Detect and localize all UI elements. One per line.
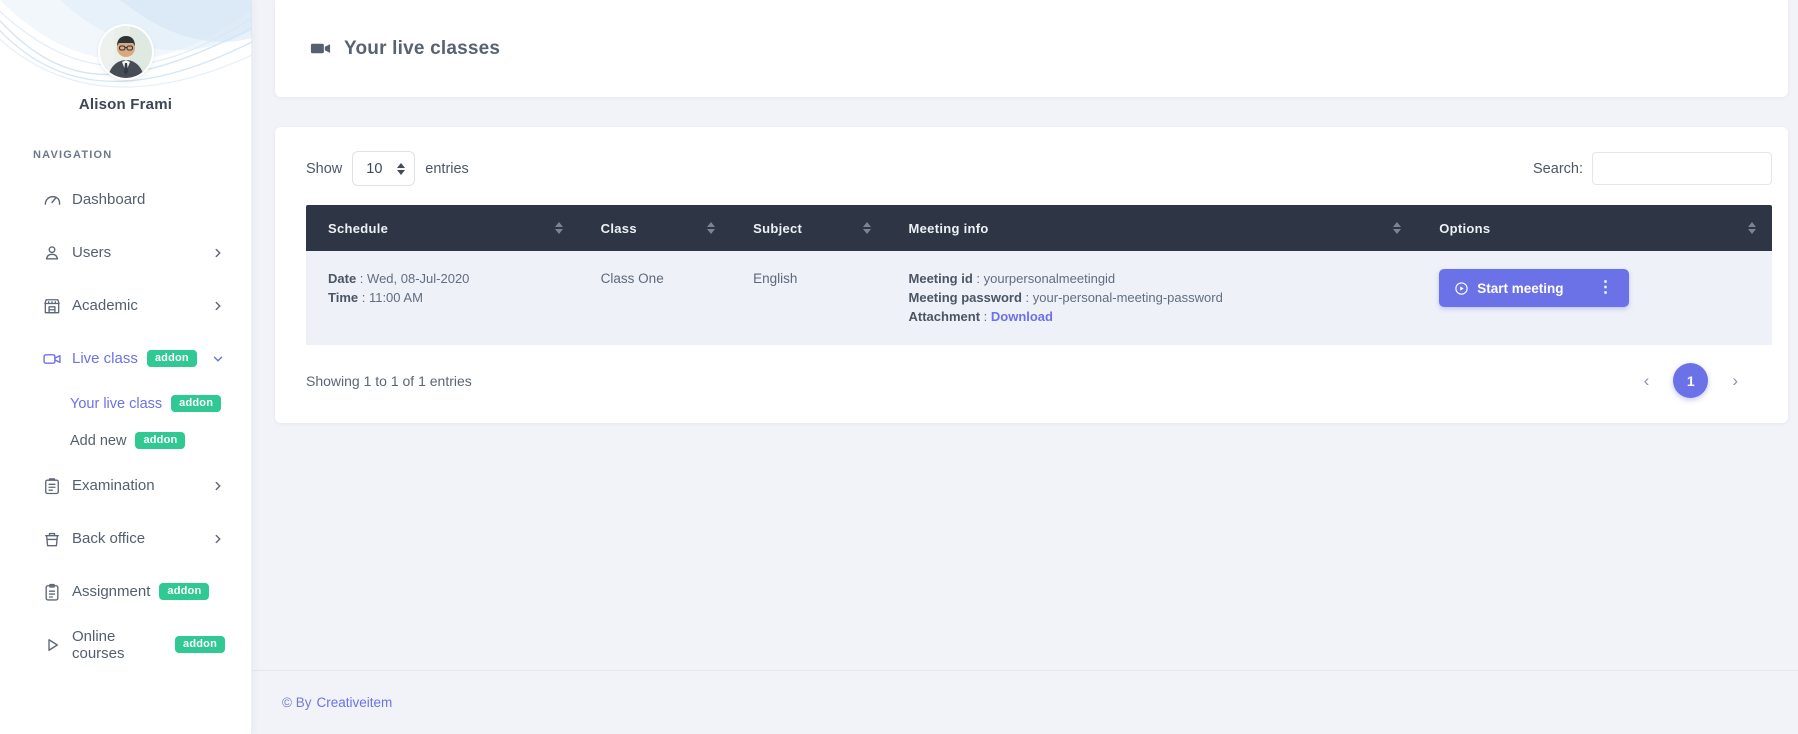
users-icon <box>41 242 62 263</box>
copyright-text: © By <box>282 695 312 710</box>
sidebar-item-label: Users <box>72 244 112 261</box>
sidebar-item-label: Assignment <box>72 583 151 600</box>
entries-select[interactable]: 10 <box>352 151 416 186</box>
chevron-down-icon <box>211 352 225 366</box>
sidebar-item-academic[interactable]: Academic <box>0 279 251 332</box>
column-header-meeting-info[interactable]: Meeting info <box>886 205 1418 251</box>
sidebar-item-live-class[interactable]: Live class addon <box>0 332 251 385</box>
sidebar-item-add-new[interactable]: Add new addon <box>0 422 251 459</box>
addon-badge: addon <box>135 432 186 449</box>
entries-label: entries <box>425 160 469 177</box>
sort-icon <box>1393 222 1402 234</box>
table-footer: Showing 1 to 1 of 1 entries ‹ 1 › <box>306 363 1772 398</box>
column-header-schedule[interactable]: Schedule <box>306 205 579 251</box>
office-basket-icon <box>41 528 62 549</box>
sidebar-item-label: Add new <box>70 432 127 449</box>
search-block: Search: <box>1533 152 1772 185</box>
search-label: Search: <box>1533 160 1583 177</box>
chevron-right-icon <box>211 479 225 493</box>
page-header: Your live classes <box>275 0 1788 97</box>
live-classes-table: Schedule Class Subject Meeting info Opti… <box>306 205 1772 345</box>
sidebar-item-label: Examination <box>72 477 155 494</box>
sidebar-item-label: Back office <box>72 530 146 547</box>
main-content: Your live classes Show 10 entries Search… <box>252 0 1798 734</box>
sidebar-item-label: Academic <box>72 297 138 314</box>
search-input[interactable] <box>1592 152 1772 185</box>
sort-icon <box>707 222 716 234</box>
entries-summary: Showing 1 to 1 of 1 entries <box>306 372 472 389</box>
sidebar-item-label: Dashboard <box>72 191 146 208</box>
school-icon <box>41 295 62 316</box>
options-cell: Start meeting ⋮ <box>1417 251 1772 345</box>
pagination-next-button[interactable]: › <box>1724 368 1746 393</box>
column-header-options[interactable]: Options <box>1417 205 1772 251</box>
sidebar-item-label: Your live class <box>70 395 163 412</box>
subject-cell: English <box>731 251 887 345</box>
speedometer-icon <box>41 189 62 210</box>
assignment-clipboard-icon <box>41 581 62 602</box>
video-camera-icon <box>309 37 332 60</box>
video-camera-icon <box>41 348 62 369</box>
sidebar-item-assignment[interactable]: Assignment addon <box>0 565 251 618</box>
start-meeting-button[interactable]: Start meeting ⋮ <box>1439 269 1630 307</box>
sort-icon <box>554 222 563 234</box>
entries-select-value: 10 <box>366 160 383 177</box>
avatar[interactable] <box>99 26 152 78</box>
sidebar-item-your-live-class[interactable]: Your live class addon <box>0 385 251 422</box>
page-footer: © By Creativeitem <box>252 670 1798 734</box>
live-classes-card: Show 10 entries Search: Schedule Class S… <box>275 127 1788 423</box>
chevron-right-icon <box>211 299 225 313</box>
table-controls: Show 10 entries Search: <box>306 151 1772 186</box>
sidebar-nav: Dashboard Users Academic Live class addo… <box>0 173 251 671</box>
pagination-page-1[interactable]: 1 <box>1673 363 1709 398</box>
play-circle-icon <box>1454 281 1469 296</box>
profile-block: Alison Frami <box>0 0 251 113</box>
addon-badge: addon <box>175 636 225 653</box>
sidebar-item-label: Live class <box>72 350 138 367</box>
page-title: Your live classes <box>344 37 501 59</box>
sidebar: Alison Frami NAVIGATION Dashboard Users … <box>0 0 252 734</box>
sidebar-item-users[interactable]: Users <box>0 226 251 279</box>
pagination: ‹ 1 › <box>1636 363 1746 398</box>
schedule-cell: Date : Wed, 08-Jul-2020 Time : 11:00 AM <box>306 251 579 345</box>
exam-clipboard-icon <box>41 475 62 496</box>
download-attachment-link[interactable]: Download <box>991 309 1053 324</box>
sidebar-item-back-office[interactable]: Back office <box>0 512 251 565</box>
addon-badge: addon <box>159 583 210 600</box>
app-root: Alison Frami NAVIGATION Dashboard Users … <box>0 0 1798 734</box>
sidebar-item-label: Online courses <box>72 627 125 662</box>
pagination-prev-button[interactable]: ‹ <box>1636 368 1658 393</box>
meeting-info-cell: Meeting id : yourpersonalmeetingid Meeti… <box>886 251 1418 345</box>
table-row: Date : Wed, 08-Jul-2020 Time : 11:00 AM … <box>306 251 1772 345</box>
sidebar-item-examination[interactable]: Examination <box>0 459 251 512</box>
chevron-right-icon <box>211 532 225 546</box>
addon-badge: addon <box>146 350 197 367</box>
creativeitem-link[interactable]: Creativeitem <box>316 695 392 710</box>
nav-section-label: NAVIGATION <box>33 149 113 161</box>
sort-icon <box>862 222 871 234</box>
show-label: Show <box>306 160 343 177</box>
chevron-right-icon <box>211 246 225 260</box>
sidebar-item-online-courses[interactable]: Online courses addon <box>0 618 251 671</box>
column-header-class[interactable]: Class <box>578 205 732 251</box>
sidebar-item-dashboard[interactable]: Dashboard <box>0 173 251 226</box>
select-stepper-icon <box>397 162 406 175</box>
column-header-subject[interactable]: Subject <box>731 205 887 251</box>
table-header-row: Schedule Class Subject Meeting info Opti… <box>306 205 1772 251</box>
user-name: Alison Frami <box>78 96 173 113</box>
play-icon <box>41 634 62 655</box>
sort-icon <box>1748 222 1756 234</box>
addon-badge: addon <box>171 395 222 412</box>
class-cell: Class One <box>578 251 732 345</box>
meeting-options-toggle[interactable]: ⋮ <box>1587 280 1623 296</box>
